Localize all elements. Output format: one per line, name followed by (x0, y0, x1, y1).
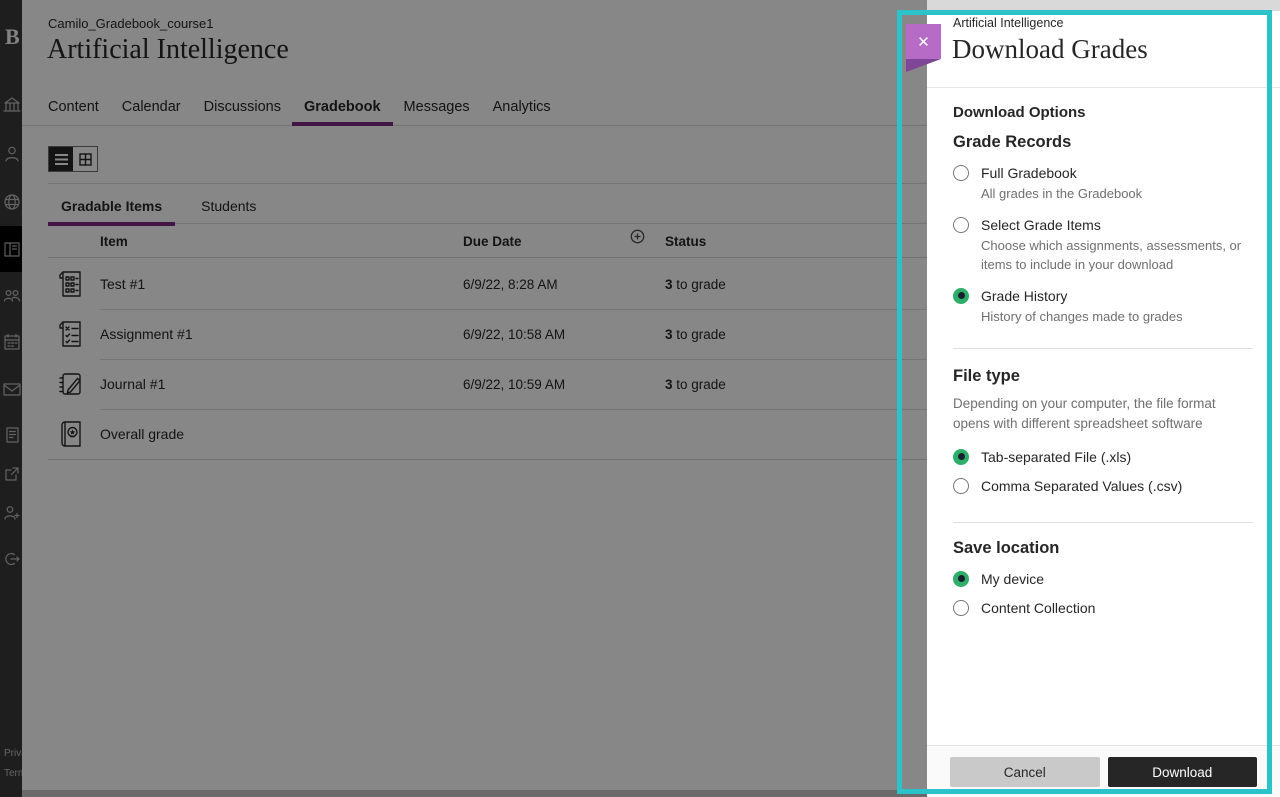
panel-title: Download Grades (952, 34, 1148, 65)
save-location-heading: Save location (953, 539, 1253, 558)
radio-icon[interactable] (953, 571, 969, 587)
panel-footer: Cancel Download (927, 745, 1280, 797)
radio-description: Choose which assignments, assessments, o… (981, 237, 1253, 275)
close-panel-button[interactable]: ✕ (906, 24, 941, 59)
radio-full-gradebook[interactable]: Full Gradebook (953, 165, 1253, 181)
file-type-description: Depending on your computer, the file for… (953, 394, 1253, 433)
radio-content-collection[interactable]: Content Collection (953, 600, 1253, 616)
panel-top-fade (927, 0, 1280, 11)
cancel-button[interactable]: Cancel (950, 757, 1100, 787)
radio-icon[interactable] (953, 449, 969, 465)
download-grades-panel: Artificial Intelligence Download Grades … (927, 0, 1280, 797)
radio-grade-history[interactable]: Grade History (953, 288, 1253, 304)
panel-body: Download Options Grade Records Full Grad… (927, 89, 1280, 745)
download-button[interactable]: Download (1108, 757, 1258, 787)
radio-icon[interactable] (953, 288, 969, 304)
download-options-heading: Download Options (953, 104, 1253, 121)
panel-header: Artificial Intelligence Download Grades (927, 0, 1280, 88)
radio-select-grade-items[interactable]: Select Grade Items (953, 217, 1253, 233)
radio-icon[interactable] (953, 600, 969, 616)
modal-overlay (0, 0, 927, 797)
radio-comma-separated[interactable]: Comma Separated Values (.csv) (953, 478, 1253, 494)
blackboard-app: B (0, 0, 1280, 797)
radio-description: All grades in the Gradebook (981, 185, 1253, 204)
radio-icon[interactable] (953, 165, 969, 181)
radio-icon[interactable] (953, 217, 969, 233)
panel-course-context: Artificial Intelligence (953, 16, 1063, 30)
section-divider (953, 348, 1253, 349)
radio-description: History of changes made to grades (981, 308, 1253, 327)
radio-my-device[interactable]: My device (953, 571, 1253, 587)
radio-tab-separated[interactable]: Tab-separated File (.xls) (953, 449, 1253, 465)
grade-records-heading: Grade Records (953, 133, 1253, 152)
section-divider (953, 522, 1253, 523)
file-type-heading: File type (953, 367, 1253, 386)
radio-icon[interactable] (953, 478, 969, 494)
